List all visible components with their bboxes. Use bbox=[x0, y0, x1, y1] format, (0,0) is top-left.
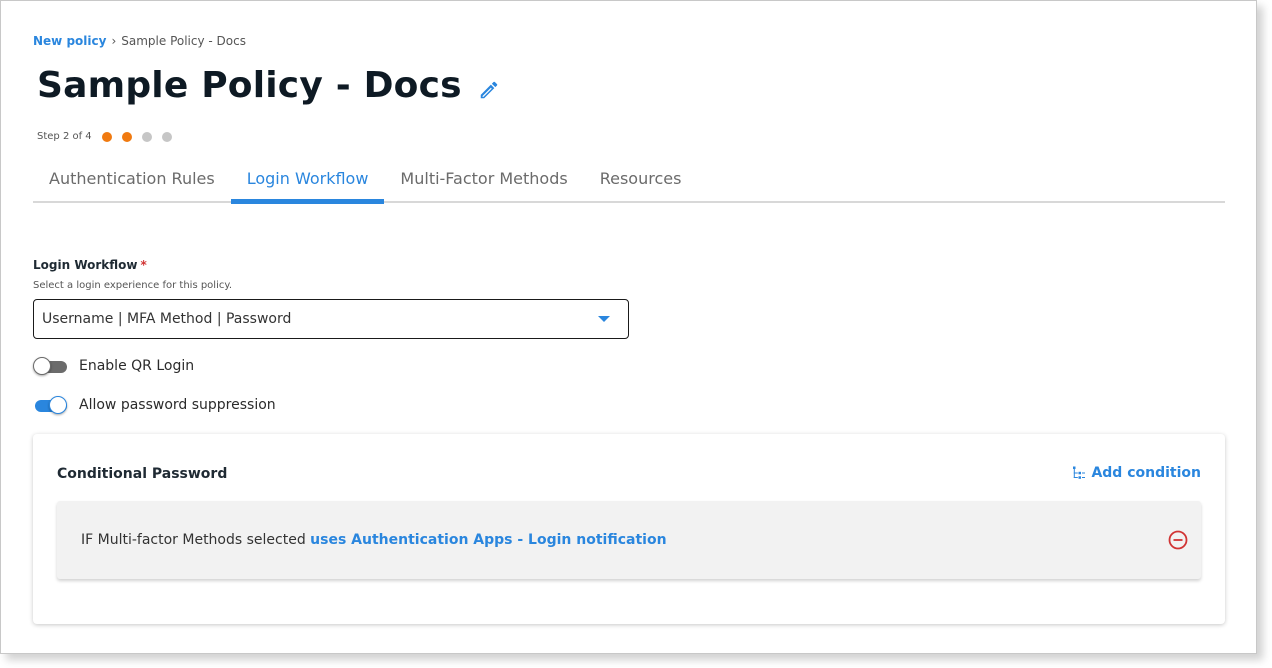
minus-circle-icon[interactable] bbox=[1167, 529, 1189, 551]
breadcrumb-separator: › bbox=[111, 34, 117, 48]
password-suppression-row: Allow password suppression bbox=[33, 396, 276, 414]
add-condition-icon bbox=[1073, 466, 1086, 479]
breadcrumb-new-policy-link[interactable]: New policy bbox=[33, 34, 106, 48]
password-suppression-toggle[interactable] bbox=[33, 396, 67, 414]
conditional-password-title: Conditional Password bbox=[57, 466, 228, 482]
page-title: Sample Policy - Docs bbox=[37, 65, 462, 106]
qr-login-row: Enable QR Login bbox=[33, 357, 194, 375]
tab-bar: Authentication Rules Login Workflow Mult… bbox=[33, 159, 1225, 204]
pencil-icon[interactable] bbox=[478, 79, 500, 101]
breadcrumb-current: Sample Policy - Docs bbox=[121, 34, 246, 48]
step-dot-3 bbox=[141, 131, 152, 142]
condition-link[interactable]: uses Authentication Apps - Login notific… bbox=[310, 532, 666, 548]
title-row: Sample Policy - Docs bbox=[37, 65, 500, 106]
login-workflow-help: Select a login experience for this polic… bbox=[33, 280, 233, 291]
login-workflow-label: Login Workflow * bbox=[33, 258, 147, 272]
tab-multi-factor-methods[interactable]: Multi-Factor Methods bbox=[384, 159, 583, 202]
login-workflow-label-text: Login Workflow bbox=[33, 258, 138, 272]
password-suppression-label: Allow password suppression bbox=[79, 397, 276, 413]
tab-login-workflow[interactable]: Login Workflow bbox=[230, 159, 385, 204]
condition-prefix: IF Multi-factor Methods selected bbox=[81, 532, 306, 548]
tab-authentication-rules[interactable]: Authentication Rules bbox=[33, 159, 231, 202]
step-dot-2 bbox=[121, 131, 132, 142]
step-text: Step 2 of 4 bbox=[37, 131, 92, 142]
conditional-password-card: Conditional Password Add condition IF Mu… bbox=[33, 434, 1225, 624]
required-mark: * bbox=[140, 258, 147, 272]
app-window: New policy › Sample Policy - Docs Sample… bbox=[0, 0, 1257, 654]
toggle-knob bbox=[33, 357, 51, 375]
step-dot-4 bbox=[161, 131, 172, 142]
stepper: Step 2 of 4 bbox=[37, 131, 172, 142]
qr-login-toggle[interactable] bbox=[33, 357, 67, 375]
breadcrumb: New policy › Sample Policy - Docs bbox=[33, 34, 246, 48]
qr-login-label: Enable QR Login bbox=[79, 358, 195, 374]
add-condition-label: Add condition bbox=[1091, 465, 1201, 481]
caret-down-icon bbox=[598, 316, 610, 322]
step-dot-1 bbox=[101, 131, 112, 142]
login-workflow-selected-value: Username | MFA Method | Password bbox=[42, 311, 292, 327]
condition-row: IF Multi-factor Methods selected uses Au… bbox=[57, 501, 1201, 579]
condition-text: IF Multi-factor Methods selected uses Au… bbox=[81, 532, 1167, 548]
login-workflow-select[interactable]: Username | MFA Method | Password bbox=[33, 299, 629, 339]
tab-resources[interactable]: Resources bbox=[584, 159, 698, 202]
add-condition-button[interactable]: Add condition bbox=[1072, 465, 1201, 481]
toggle-knob bbox=[49, 396, 67, 414]
